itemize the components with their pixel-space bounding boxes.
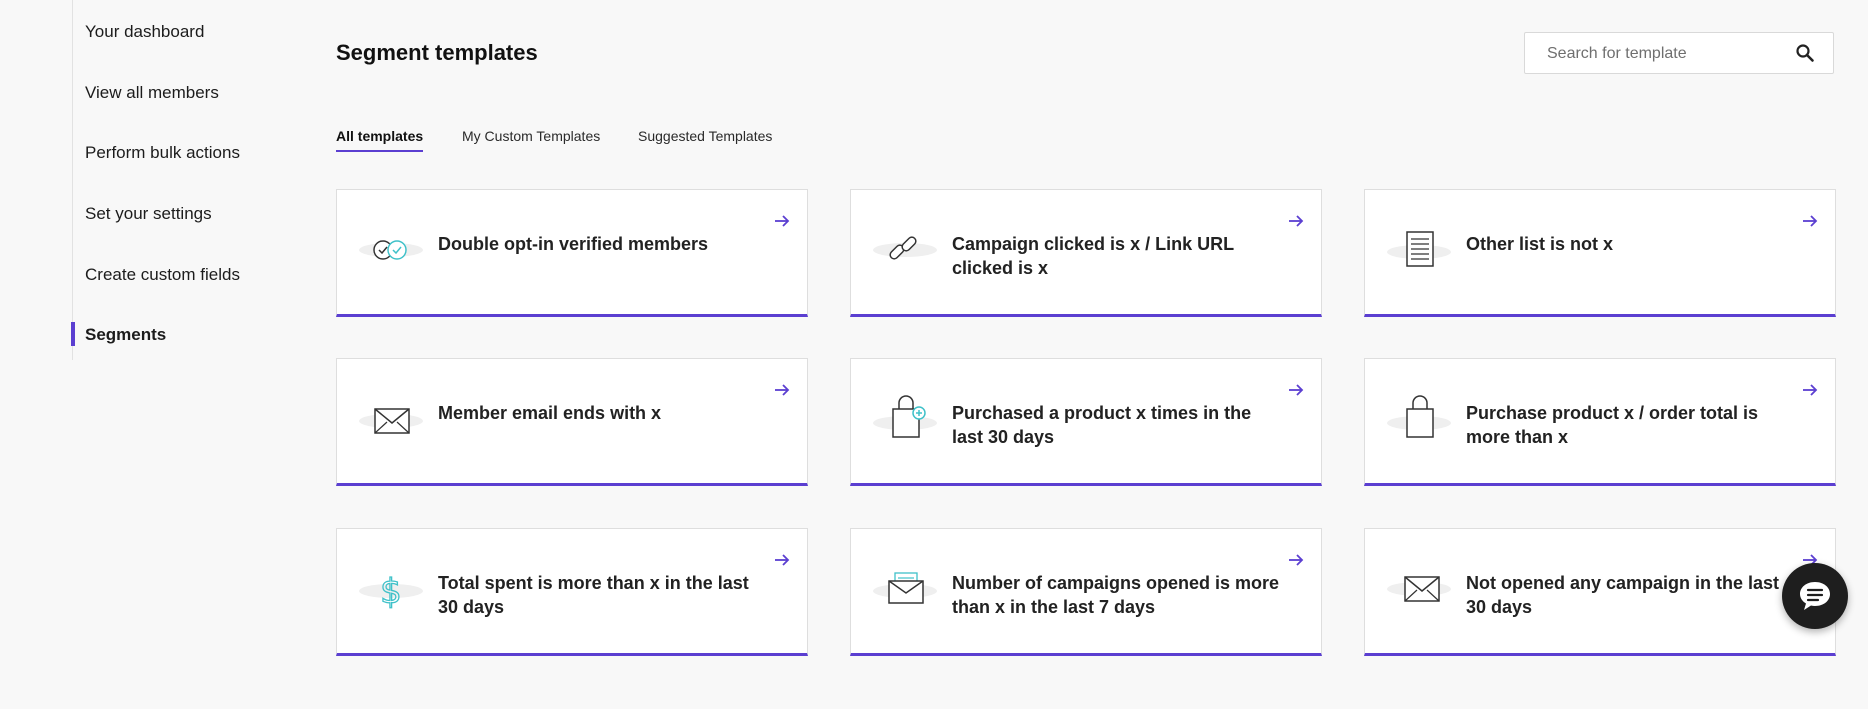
dollar-icon: $ [359,571,423,613]
search-icon[interactable] [1795,43,1815,63]
card-title: Other list is not x [1466,234,1614,254]
arrow-right-icon[interactable] [773,212,791,230]
sidebar-item-segments[interactable]: Segments [85,325,166,345]
template-card[interactable]: $ Total spent is more than x in the last… [336,528,808,656]
template-card[interactable]: Member email ends with x [336,358,808,486]
arrow-right-icon[interactable] [773,551,791,569]
template-card[interactable]: Other list is not x [1364,189,1836,317]
template-card[interactable]: Not opened any campaign in the last 30 d… [1364,528,1836,656]
sidebar-nav: Your dashboard View all members Perform … [71,0,293,360]
arrow-right-icon[interactable] [1287,551,1305,569]
chat-button[interactable] [1782,563,1848,629]
card-title: Member email ends with x [438,403,662,423]
template-card[interactable]: Purchase product x / order total is more… [1364,358,1836,486]
shopping-bag-icon [1387,395,1451,438]
chat-bubble-icon [1800,582,1830,610]
sidebar-item-view-all-members[interactable]: View all members [85,83,219,103]
card-title: Total spent is more than x in the last 3… [438,573,749,617]
page-title: Segment templates [336,40,538,65]
card-title: Number of campaigns opened is more than … [952,573,1280,617]
card-title: Purchased a product x times in the last … [952,403,1252,447]
envelope-icon [1387,576,1451,602]
card-title: Campaign clicked is x / Link URL clicked… [952,234,1234,278]
arrow-right-icon[interactable] [1801,381,1819,399]
arrow-right-icon[interactable] [1287,381,1305,399]
card-title: Double opt-in verified members [438,234,709,254]
sidebar-item-perform-bulk-actions[interactable]: Perform bulk actions [85,143,240,163]
search-box [1524,32,1834,75]
envelope-icon [359,408,423,434]
sidebar-item-create-custom-fields[interactable]: Create custom fields [85,265,240,285]
list-document-icon [1387,231,1451,267]
double-check-icon [359,240,423,260]
arrow-right-icon[interactable] [1287,212,1305,230]
sidebar-active-indicator [71,322,75,346]
search-input[interactable] [1545,33,1789,75]
tab-suggested-templates[interactable]: Suggested Templates [638,128,772,150]
arrow-right-icon[interactable] [1801,212,1819,230]
sidebar-item-your-dashboard[interactable]: Your dashboard [85,22,204,42]
shopping-bag-plus-icon [873,395,937,438]
template-card[interactable]: Purchased a product x times in the last … [850,358,1322,486]
svg-text:$: $ [380,572,402,612]
link-icon [873,236,937,260]
open-envelope-icon [873,572,937,604]
card-title: Purchase product x / order total is more… [1466,403,1759,447]
template-card[interactable]: Number of campaigns opened is more than … [850,528,1322,656]
template-card[interactable]: Double opt-in verified members [336,189,808,317]
tab-all-templates[interactable]: All templates [336,128,424,152]
arrow-right-icon[interactable] [773,381,791,399]
tab-my-custom-templates[interactable]: My Custom Templates [462,128,600,150]
sidebar-item-set-your-settings[interactable]: Set your settings [85,204,212,224]
template-card[interactable]: Campaign clicked is x / Link URL clicked… [850,189,1322,317]
card-title: Not opened any campaign in the last 30 d… [1466,573,1780,617]
